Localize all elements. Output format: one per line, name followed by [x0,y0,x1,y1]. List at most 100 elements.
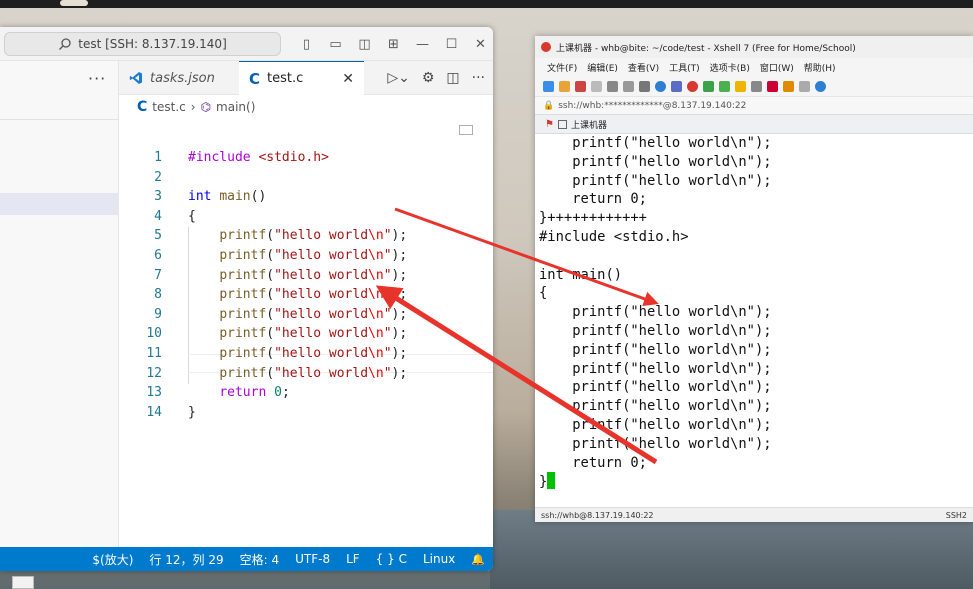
breadcrumb-symbol[interactable]: main() [216,100,255,114]
terminal-line: int main() [539,266,623,283]
disconnect-icon[interactable] [575,80,586,92]
vscode-icon [129,72,142,84]
more-icon[interactable]: ··· [472,70,485,86]
code-line[interactable]: 14} [119,403,493,423]
breadcrumb-file[interactable]: test.c [152,100,185,114]
code-line[interactable]: 5 printf("hello world\n"); [119,226,493,246]
code-line[interactable]: 1 #include <stdio.h> [119,148,493,168]
terminal-cursor [547,472,556,490]
menu-tabs[interactable]: 选项卡(B) [710,61,750,74]
command-center-search[interactable]: test [SSH: 8.137.19.140] [4,32,281,56]
code-line[interactable]: 4{ [119,207,493,227]
lock-small-icon: 🔒 [543,100,555,111]
print-icon[interactable] [639,80,650,92]
session-checkbox-icon[interactable] [557,119,567,129]
session-flag-icon[interactable]: ⚑ [545,119,554,130]
tunnel-icon[interactable] [719,80,730,92]
split-editor-icon[interactable]: ◫ [446,70,459,86]
line-number: 13 [146,385,162,401]
terminal-line: printf("hello world\n"); [539,323,772,339]
customize-layout-icon[interactable]: ⊞ [379,33,408,55]
layout-icon[interactable] [799,80,810,92]
keyboard-icon[interactable] [751,80,762,92]
paste-icon[interactable] [607,80,618,92]
line-code: printf("hello world\n"); [219,365,408,381]
code-line[interactable]: 11 printf("hello world\n"); [119,344,493,364]
line-code: int main() [188,189,267,205]
line-code: printf("hello world\n"); [219,306,408,322]
line-code: printf("hello world\n"); [219,287,408,303]
line-code: printf("hello world\n"); [219,228,408,244]
status-language[interactable]: { } C [368,552,415,566]
tab-tasks-json[interactable]: tasks.json [119,61,239,95]
line-code: printf("hello world\n"); [219,326,408,342]
close-tab-icon[interactable]: ✕ [342,71,354,87]
menu-view[interactable]: 查看(V) [628,61,659,74]
code-line[interactable]: 8 printf("hello world\n"); [119,285,493,305]
compose-icon[interactable] [783,80,794,92]
script-icon[interactable] [703,80,714,92]
address-bar[interactable]: 🔒 ssh://whb:*************@8.137.19.140:2… [535,96,973,114]
code-line[interactable]: 13 return 0; [119,383,493,403]
menu-edit[interactable]: 编辑(E) [587,61,618,74]
toggle-sidebar-icon[interactable]: ▯ [292,33,321,55]
pen-icon[interactable] [767,80,778,92]
status-eol[interactable]: LF [338,552,368,566]
terminal-line: printf("hello world\n"); [539,153,772,170]
code-line[interactable]: 3 int main() [119,187,493,207]
more-actions-icon[interactable]: ··· [88,69,106,88]
copy-icon[interactable] [591,80,602,92]
lock-icon[interactable] [735,80,746,92]
gear-icon[interactable]: ⚙ [422,70,435,86]
code-line[interactable]: 12 printf("hello world\n"); [119,364,493,384]
bell-icon[interactable]: 🔔 [463,553,493,566]
globe-icon[interactable] [655,80,666,92]
code-editor[interactable]: 1 #include <stdio.h> 2 3 int main() 4{5 print… [119,119,493,547]
close-window-button[interactable]: ✕ [466,33,493,55]
toggle-panel-icon[interactable]: ▭ [321,33,350,55]
font-icon[interactable] [671,80,682,92]
line-code: } [188,404,196,420]
code-line[interactable]: 2 [119,168,493,188]
top-strip [0,0,973,8]
status-os[interactable]: Linux [415,552,463,566]
maximize-button[interactable]: ☐ [437,33,466,55]
terminal-line: #include <stdio.h> [539,229,689,245]
line-number: 5 [154,228,162,244]
tab-test-c[interactable]: C test.c ✕ [239,61,364,95]
menu-file[interactable]: 文件(F) [547,61,577,74]
menu-help[interactable]: 帮助(H) [804,61,836,74]
menu-window[interactable]: 窗口(W) [760,61,794,74]
run-icon[interactable]: ▷⌄ [387,70,410,86]
status-position[interactable]: 行 12，列 29 [141,551,231,568]
code-line[interactable]: 10 printf("hello world\n"); [119,324,493,344]
session-tab[interactable]: 上课机器 [571,118,607,131]
sidebar-selected-item[interactable] [0,193,119,215]
status-bar: $(放大) 行 12，列 29 空格: 4 UTF-8 LF { } C Lin… [0,547,493,571]
line-code: #include <stdio.h> [188,150,329,165]
toggle-secondary-sidebar-icon[interactable]: ◫ [350,33,379,55]
menu-tools[interactable]: 工具(T) [669,61,700,74]
new-session-icon[interactable] [543,80,554,92]
terminal[interactable]: printf("hello world\n"); printf("hello w… [535,134,973,507]
line-number: 2 [154,169,162,185]
open-folder-icon[interactable] [559,80,570,92]
status-spaces[interactable]: 空格: 4 [232,551,288,568]
minimize-button[interactable]: — [408,33,437,55]
status-ime[interactable]: $(放大) [84,551,141,568]
xshell-status-bar: ssh://whb@8.137.19.140:22 SSH2 [535,507,973,522]
terminal-line: printf("hello world\n"); [539,398,772,415]
line-number: 11 [146,346,162,361]
code-line[interactable]: 7 printf("hello world\n"); [119,266,493,286]
code-line[interactable]: 6 printf("hello world\n"); [119,246,493,266]
help-icon[interactable] [815,80,826,92]
vscode-window: test [SSH: 8.137.19.140] ▯ ▭ ◫ ⊞ — ☐ ✕ ·… [0,27,493,571]
terminal-line: printf("hello world\n"); [539,304,772,321]
status-encoding[interactable]: UTF-8 [287,552,338,566]
xftp-icon[interactable] [687,80,698,92]
vscode-titlebar: test [SSH: 8.137.19.140] ▯ ▭ ◫ ⊞ — ☐ ✕ [0,27,493,61]
find-icon[interactable] [623,80,634,92]
line-number: 8 [154,287,162,303]
code-line[interactable]: 9 printf("hello world\n"); [119,305,493,325]
terminal-line: { [539,285,548,302]
